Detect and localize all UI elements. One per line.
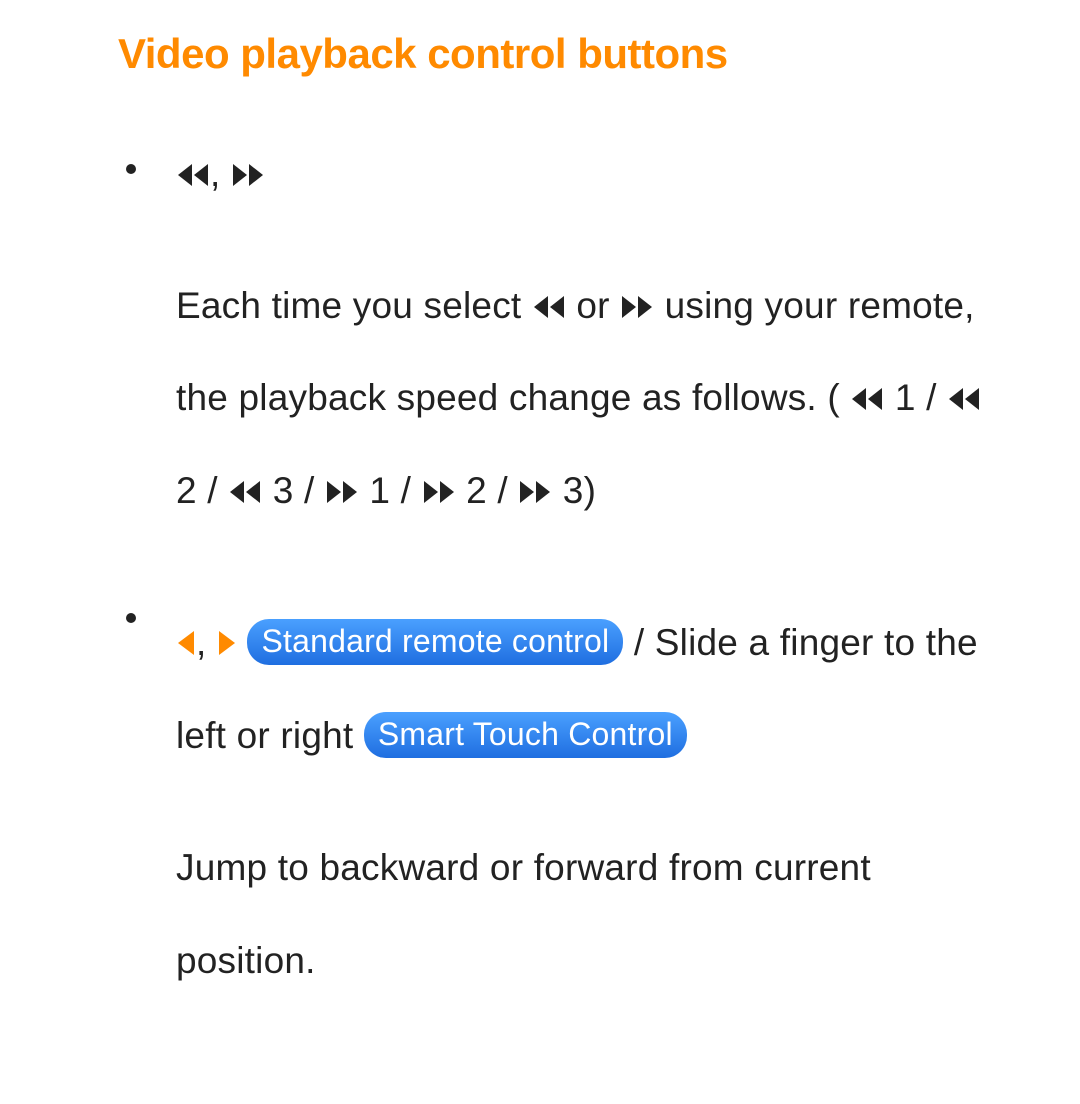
page-title: Video playback control buttons bbox=[118, 30, 1000, 78]
speed-3: 3 / bbox=[262, 470, 325, 511]
rewind-icon bbox=[176, 162, 210, 188]
separator: , bbox=[196, 622, 217, 663]
fast-forward-icon bbox=[325, 479, 359, 505]
list-item: , Standard remote control / Slide a fing… bbox=[118, 597, 1000, 1007]
rewind-icon bbox=[228, 479, 262, 505]
speed-5: 2 / bbox=[456, 470, 519, 511]
rewind-icon bbox=[850, 386, 884, 412]
speed-2: 2 / bbox=[176, 470, 228, 511]
rewind-icon bbox=[947, 386, 981, 412]
body-text: Jump to backward or forward from current… bbox=[176, 847, 871, 981]
list-item: , Each time you select or bbox=[118, 148, 1000, 537]
triangle-left-icon bbox=[176, 629, 196, 657]
badge-smart-touch: Smart Touch Control bbox=[364, 712, 687, 758]
separator: , bbox=[210, 153, 231, 194]
speed-1: 1 / bbox=[884, 377, 947, 418]
bullet-1-body: Each time you select or using your remot… bbox=[176, 260, 1000, 538]
fast-forward-icon bbox=[422, 479, 456, 505]
speed-4: 1 / bbox=[359, 470, 422, 511]
fast-forward-icon bbox=[620, 294, 654, 320]
bullet-list: , Each time you select or bbox=[118, 148, 1000, 1007]
speed-6: 3) bbox=[552, 470, 596, 511]
fast-forward-icon bbox=[518, 479, 552, 505]
document-page: Video playback control buttons , bbox=[0, 0, 1080, 1097]
bullet-2-head: , Standard remote control / Slide a fing… bbox=[176, 597, 1000, 782]
rewind-icon bbox=[532, 294, 566, 320]
badge-standard-remote: Standard remote control bbox=[247, 619, 623, 665]
body-text: Each time you select bbox=[176, 285, 532, 326]
fast-forward-icon bbox=[231, 162, 265, 188]
body-text: or bbox=[576, 285, 620, 326]
bullet-2-body: Jump to backward or forward from current… bbox=[176, 822, 1000, 1007]
bullet-1-head: , bbox=[176, 148, 1000, 200]
triangle-right-icon bbox=[217, 629, 237, 657]
